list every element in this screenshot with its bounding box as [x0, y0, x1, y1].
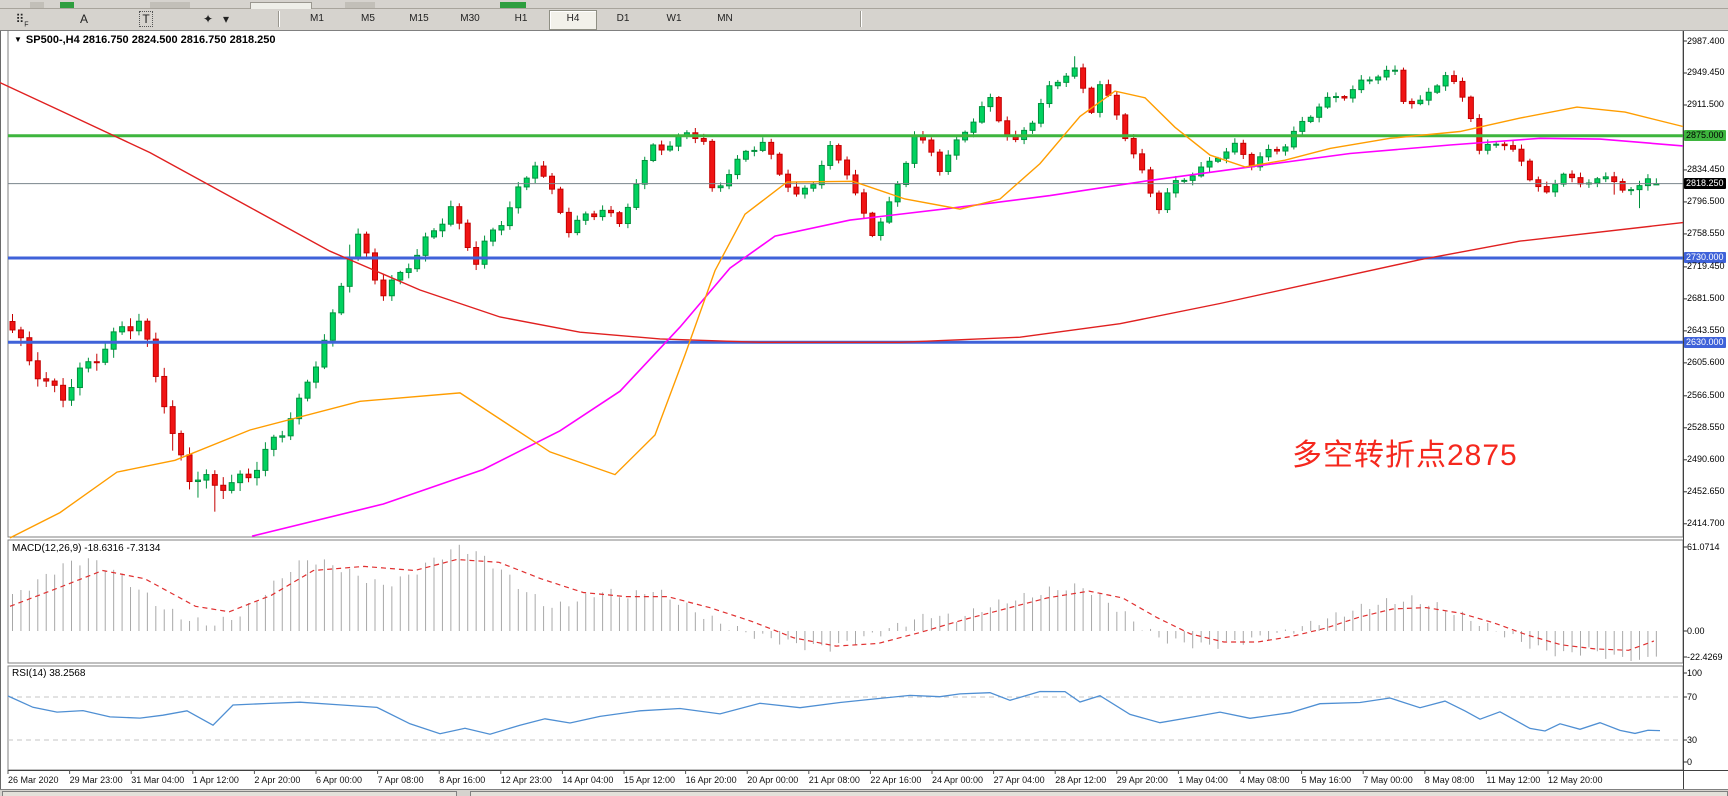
price-axis-label: 2834.450 [1687, 164, 1725, 175]
chart-canvas [0, 0, 1728, 796]
macd-axis-label: 61.0714 [1687, 542, 1720, 553]
arrow-objects-icon: ✦ [203, 12, 213, 26]
time-axis-label: 27 Apr 04:00 [994, 775, 1045, 785]
price-axis-label: 2796.500 [1687, 196, 1725, 207]
price-axis-label: 2987.400 [1687, 36, 1725, 47]
time-axis-label: 1 Apr 12:00 [193, 775, 239, 785]
time-axis-label: 12 Apr 23:00 [501, 775, 552, 785]
timeframe-button-W1[interactable]: W1 [651, 10, 697, 28]
price-level-label: 2818.250 [1684, 178, 1726, 189]
rsi-axis-label: 0 [1687, 757, 1692, 768]
macd-axis-label: 0.00 [1687, 626, 1705, 637]
macd-indicator-label: MACD(12,26,9) -18.6316 -7.3134 [12, 543, 160, 554]
macd-axis-label: -22.4269 [1687, 652, 1723, 663]
rsi-indicator-label: RSI(14) 38.2568 [12, 668, 85, 679]
time-axis-label: 29 Apr 20:00 [1117, 775, 1168, 785]
tool-crosshair-grid-button[interactable]: ⠿F [10, 10, 34, 28]
timeframe-button-M30[interactable]: M30 [447, 10, 493, 28]
time-axis-label: 4 May 08:00 [1240, 775, 1290, 785]
time-axis-label: 20 Apr 00:00 [747, 775, 798, 785]
mt4-window: { "toolbar": { "tools": [ {"name": "cros… [0, 0, 1728, 796]
price-axis-label: 2605.600 [1687, 357, 1725, 368]
time-axis-label: 28 Apr 12:00 [1055, 775, 1106, 785]
price-axis-label: 2566.500 [1687, 390, 1725, 401]
chart-text-annotation[interactable]: 多空转折点2875 [1292, 430, 1518, 474]
bottom-tabstrip [0, 790, 1728, 796]
toolbar-separator [860, 11, 861, 27]
time-axis-label: 11 May 12:00 [1486, 775, 1540, 785]
time-axis-label: 22 Apr 16:00 [870, 775, 921, 785]
price-axis-label: 2452.650 [1687, 486, 1725, 497]
price-level-label: 2630.000 [1684, 337, 1726, 348]
rsi-axis-label: 30 [1687, 735, 1697, 746]
crosshair-grid-icon: ⠿F [15, 12, 28, 26]
text-label-icon: A [80, 12, 88, 26]
price-axis-label: 2490.600 [1687, 454, 1725, 465]
time-axis-label: 6 Apr 00:00 [316, 775, 362, 785]
time-axis-label: 12 May 20:00 [1548, 775, 1603, 785]
chart-tab[interactable] [2, 791, 457, 796]
time-axis-label: 14 Apr 04:00 [562, 775, 613, 785]
text-box-icon: T [139, 11, 152, 27]
time-axis-label: 26 Mar 2020 [8, 775, 59, 785]
price-axis-label: 2681.500 [1687, 293, 1725, 304]
time-axis-label: 5 May 16:00 [1302, 775, 1352, 785]
timeframe-button-M5[interactable]: M5 [345, 10, 391, 28]
tool-arrow-objects-button[interactable]: ✦ [196, 10, 220, 28]
time-axis-label: 8 Apr 16:00 [439, 775, 485, 785]
symbol-ohlc-text: SP500-,H4 2816.750 2824.500 2816.750 281… [26, 34, 276, 46]
toolbar: ⠿F A T ✦ ▾ M1 M5 M15 M30 H1 H4D1 W1 MN [0, 9, 1728, 31]
symbol-header: ▼ SP500-,H4 2816.750 2824.500 2816.750 28… [14, 34, 275, 46]
timeframe-button-M15[interactable]: M15 [396, 10, 442, 28]
price-axis-label: 2414.700 [1687, 518, 1725, 529]
timeframe-button-H4[interactable]: H4 [549, 10, 597, 30]
price-level-label: 2875.000 [1684, 130, 1726, 141]
rsi-axis-label: 100 [1687, 668, 1702, 679]
time-axis-label: 16 Apr 20:00 [686, 775, 737, 785]
timeframe-button-D1[interactable]: D1 [600, 10, 646, 28]
price-axis-label: 2528.550 [1687, 422, 1725, 433]
price-axis-label: 2949.450 [1687, 67, 1725, 78]
price-axis-label: 2643.550 [1687, 325, 1725, 336]
dropdown-caret-icon[interactable]: ▾ [220, 10, 232, 28]
time-axis-label: 15 Apr 12:00 [624, 775, 675, 785]
tool-text-label-button[interactable]: A [72, 10, 96, 28]
time-axis-label: 31 Mar 04:00 [131, 775, 184, 785]
time-axis-label: 7 May 00:00 [1363, 775, 1413, 785]
toolbar-separator [278, 11, 279, 27]
tool-text-box-button[interactable]: T [134, 10, 158, 28]
timeframe-button-M1[interactable]: M1 [294, 10, 340, 28]
time-axis-label: 8 May 08:00 [1425, 775, 1475, 785]
price-axis-label: 2719.450 [1687, 261, 1725, 272]
time-axis-label: 21 Apr 08:00 [809, 775, 860, 785]
price-axis-label: 2911.500 [1687, 99, 1724, 110]
timeframe-button-MN[interactable]: MN [702, 10, 748, 28]
chart-tab[interactable] [470, 791, 1728, 796]
collapse-triangle-icon[interactable]: ▼ [14, 35, 22, 44]
timeframe-button-H1[interactable]: H1 [498, 10, 544, 28]
time-axis-label: 24 Apr 00:00 [932, 775, 983, 785]
time-axis-label: 7 Apr 08:00 [378, 775, 424, 785]
rsi-axis-label: 70 [1687, 692, 1697, 703]
time-axis-label: 1 May 04:00 [1178, 775, 1228, 785]
price-axis-label: 2758.550 [1687, 228, 1725, 239]
time-axis-label: 2 Apr 20:00 [254, 775, 300, 785]
time-axis-label: 29 Mar 23:00 [70, 775, 123, 785]
